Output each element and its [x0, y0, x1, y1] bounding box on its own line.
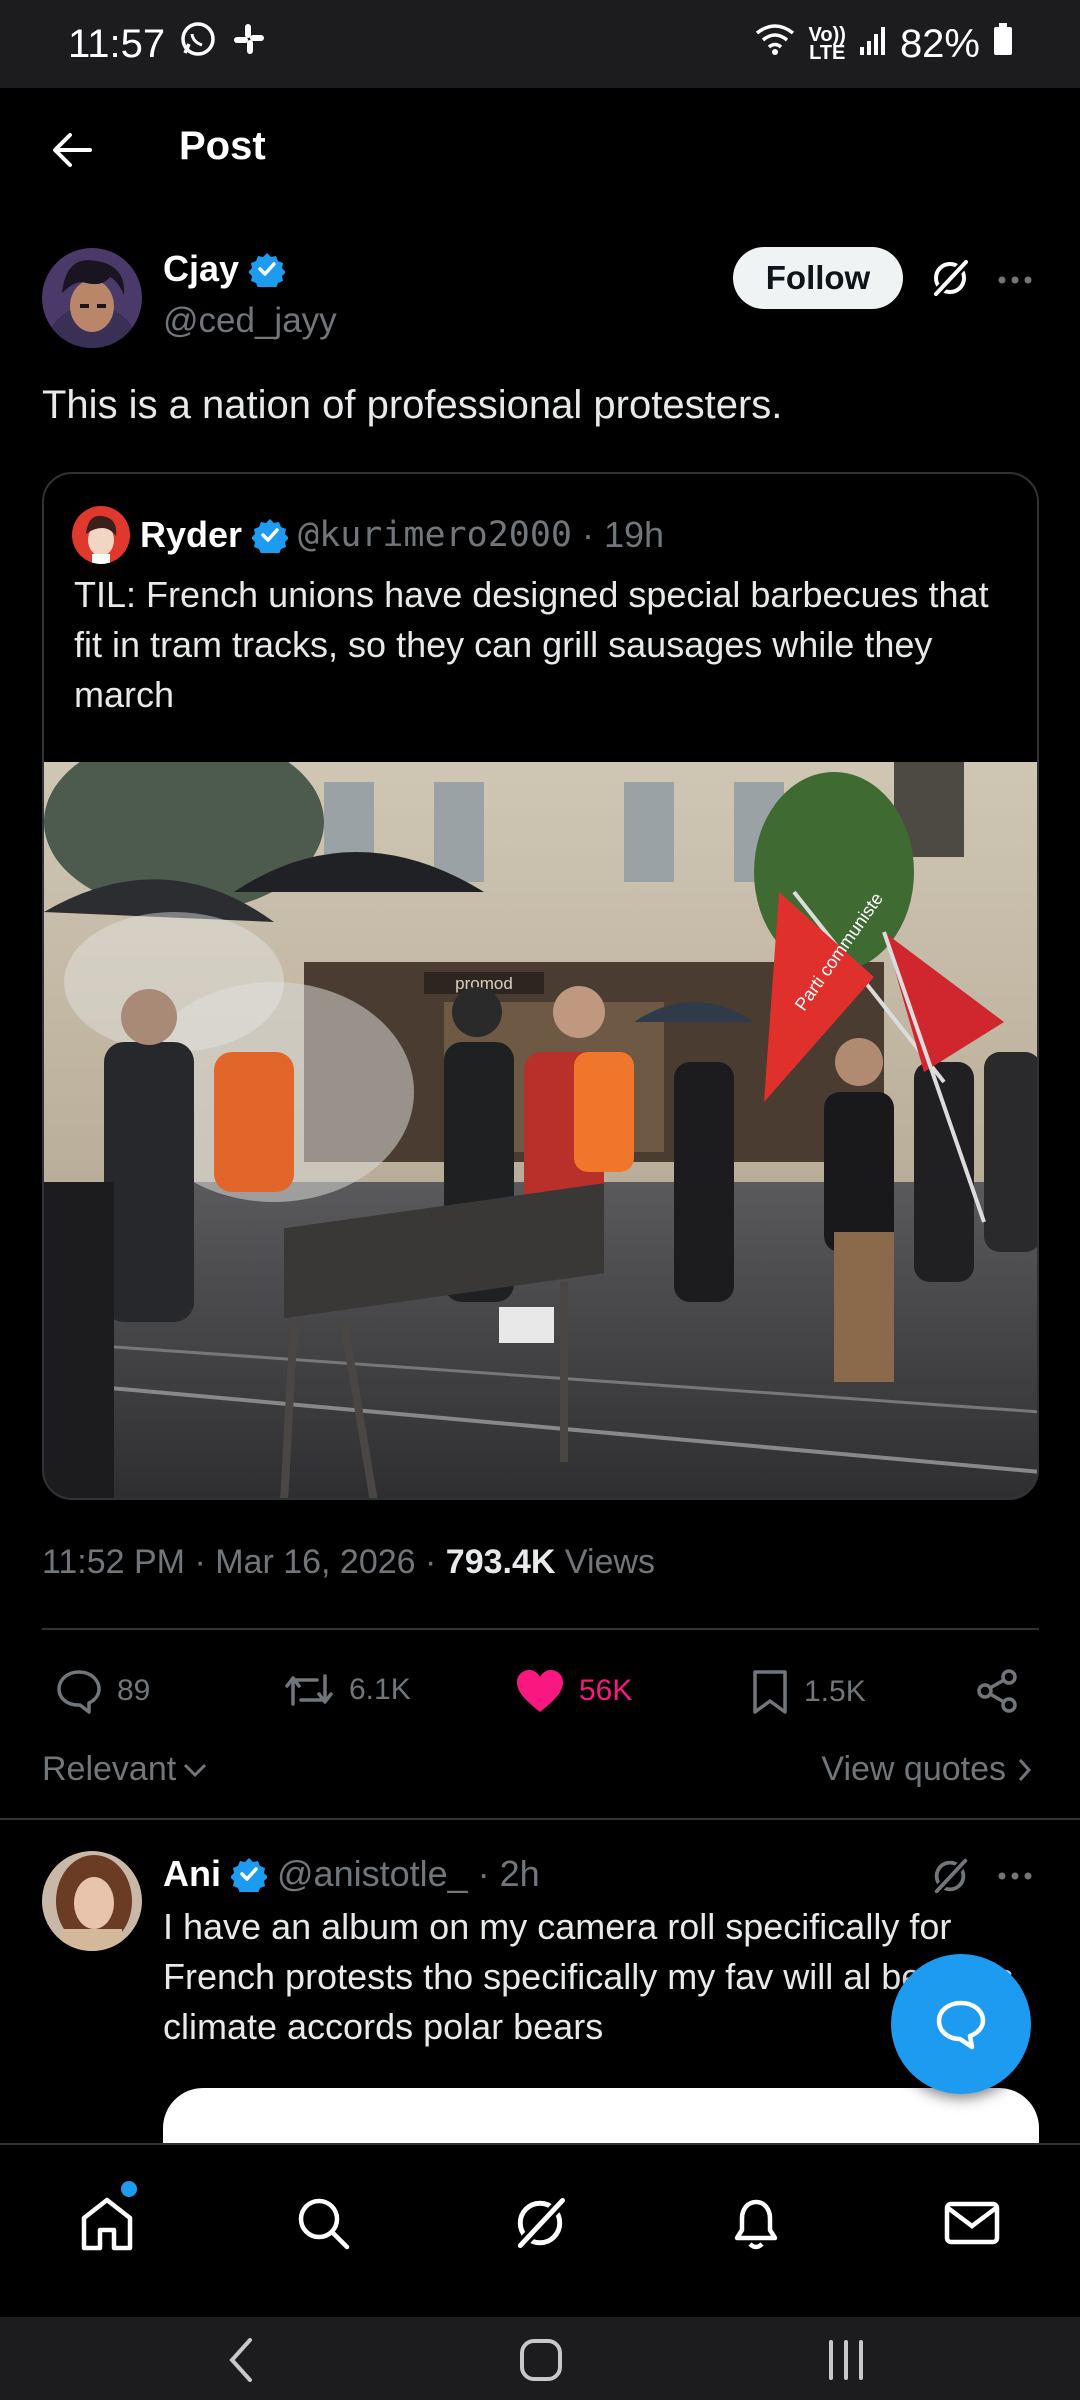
sort-replies-dropdown[interactable]: Relevant — [42, 1750, 208, 1789]
whatsapp-icon — [179, 20, 217, 68]
more-options-button[interactable] — [990, 255, 1040, 305]
battery-percent: 82% — [899, 21, 980, 66]
status-time: 11:57 — [68, 21, 166, 66]
post-text: This is a nation of professional protest… — [42, 383, 783, 427]
quote-text: TIL: French unions have designed special… — [74, 574, 989, 715]
nav-notifications[interactable] — [716, 2183, 796, 2263]
nav-home[interactable] — [67, 2181, 147, 2263]
grok-button[interactable] — [920, 248, 980, 308]
page-title: Post — [179, 124, 266, 168]
system-navigation — [0, 2317, 1080, 2400]
view-quotes-link[interactable]: View quotes — [821, 1750, 1032, 1789]
protest-photo-image: promod Parti communiste — [44, 762, 1037, 1498]
system-back-button[interactable] — [206, 2335, 276, 2385]
home-icon — [81, 2197, 133, 2251]
quote-author-name: Ryder — [140, 514, 243, 555]
like-count: 56K — [579, 1674, 633, 1707]
reply-avatar[interactable] — [42, 1851, 142, 1951]
verified-badge-icon — [231, 1858, 267, 1892]
reply-more-button[interactable] — [990, 1851, 1040, 1901]
repost-button[interactable]: 6.1K — [283, 1668, 411, 1712]
compose-reply-button[interactable] — [891, 1954, 1031, 2094]
reply-author-row[interactable]: Ani @anistotle_ · 2h — [163, 1853, 540, 1895]
grok-icon — [930, 256, 972, 300]
chevron-down-icon — [184, 1763, 207, 1777]
quote-author-handle: @kurimero2000 — [298, 515, 572, 555]
share-icon — [977, 1669, 1017, 1713]
system-recents-button[interactable] — [811, 2335, 881, 2385]
reply-author-handle: @anistotle_ — [277, 1853, 468, 1894]
quote-avatar[interactable] — [72, 506, 130, 564]
mail-icon — [944, 2201, 1000, 2245]
battery-icon — [992, 21, 1014, 67]
reply-count: 89 — [117, 1674, 151, 1707]
recents-icon — [829, 2340, 863, 2380]
network-bottom: LTE — [809, 42, 846, 64]
sort-label: Relevant — [42, 1750, 177, 1788]
views-count[interactable]: 793.4K — [446, 1543, 556, 1581]
status-bar: 11:57 Vo)) LTE 82% — [0, 0, 1080, 88]
author-name-row[interactable]: Cjay — [163, 248, 286, 290]
notification-dot — [121, 2181, 137, 2197]
chat-bubble-icon — [936, 2000, 986, 2050]
verified-badge-icon — [249, 253, 286, 287]
post-header: Post — [0, 88, 1080, 212]
nav-search[interactable] — [283, 2183, 363, 2263]
meta-divider — [42, 1628, 1039, 1630]
reply-author-name: Ani — [163, 1853, 221, 1894]
more-horizontal-icon — [998, 1872, 1032, 1880]
views-label: Views — [555, 1543, 655, 1581]
author-handle[interactable]: @ced_jayy — [163, 301, 337, 341]
reply-time: · 2h — [477, 1853, 540, 1894]
view-quotes-label: View quotes — [821, 1750, 1006, 1788]
home-square-icon — [520, 2339, 562, 2381]
replies-divider — [0, 1818, 1080, 1820]
more-horizontal-icon — [998, 276, 1032, 284]
chevron-right-icon — [1018, 1758, 1032, 1781]
repost-icon — [285, 1674, 333, 1706]
verified-badge-icon — [252, 519, 289, 553]
repost-count: 6.1K — [349, 1673, 411, 1706]
arrow-left-icon — [53, 133, 92, 167]
nav-grok[interactable] — [500, 2183, 580, 2263]
back-button[interactable] — [40, 118, 104, 182]
nav-messages[interactable] — [932, 2183, 1012, 2263]
quote-time: · 19h — [581, 514, 665, 555]
grok-icon — [513, 2193, 570, 2253]
signal-icon — [858, 22, 888, 67]
wifi-icon — [753, 21, 797, 67]
reply-grok-button[interactable] — [920, 1846, 980, 1906]
post-meta: 11:52 PM · Mar 16, 2026 · 793.4K Views — [42, 1543, 655, 1582]
chevron-left-icon — [229, 2338, 252, 2382]
reply-button[interactable]: 89 — [55, 1668, 150, 1714]
slack-icon — [231, 21, 267, 67]
follow-button[interactable]: Follow — [733, 247, 903, 309]
quote-photo[interactable]: promod Parti communiste — [44, 762, 1037, 1498]
bell-icon — [734, 2199, 778, 2250]
search-icon — [298, 2198, 350, 2250]
quoted-post[interactable]: Ryder @kurimero2000 · 19h TIL: French un… — [42, 472, 1039, 1500]
author-avatar[interactable] — [42, 248, 142, 348]
heart-filled-icon — [517, 1670, 563, 1712]
bottom-navigation — [0, 2143, 1080, 2317]
grok-icon — [931, 1855, 971, 1897]
post-actions: 89 6.1K 56K 1.5K — [0, 1658, 1080, 1728]
system-home-button[interactable] — [506, 2335, 576, 2385]
comment-icon — [57, 1670, 101, 1714]
bookmark-count: 1.5K — [804, 1675, 866, 1708]
bookmark-button[interactable]: 1.5K — [750, 1668, 866, 1716]
like-button[interactable]: 56K — [515, 1668, 632, 1714]
post-timestamp: 11:52 PM · Mar 16, 2026 · — [42, 1543, 446, 1581]
quote-header: Ryder @kurimero2000 · 19h — [72, 506, 664, 564]
network-type: Vo)) LTE — [809, 25, 846, 64]
author-name: Cjay — [163, 248, 240, 289]
share-button[interactable] — [975, 1668, 1021, 1714]
bookmark-icon — [753, 1670, 787, 1714]
